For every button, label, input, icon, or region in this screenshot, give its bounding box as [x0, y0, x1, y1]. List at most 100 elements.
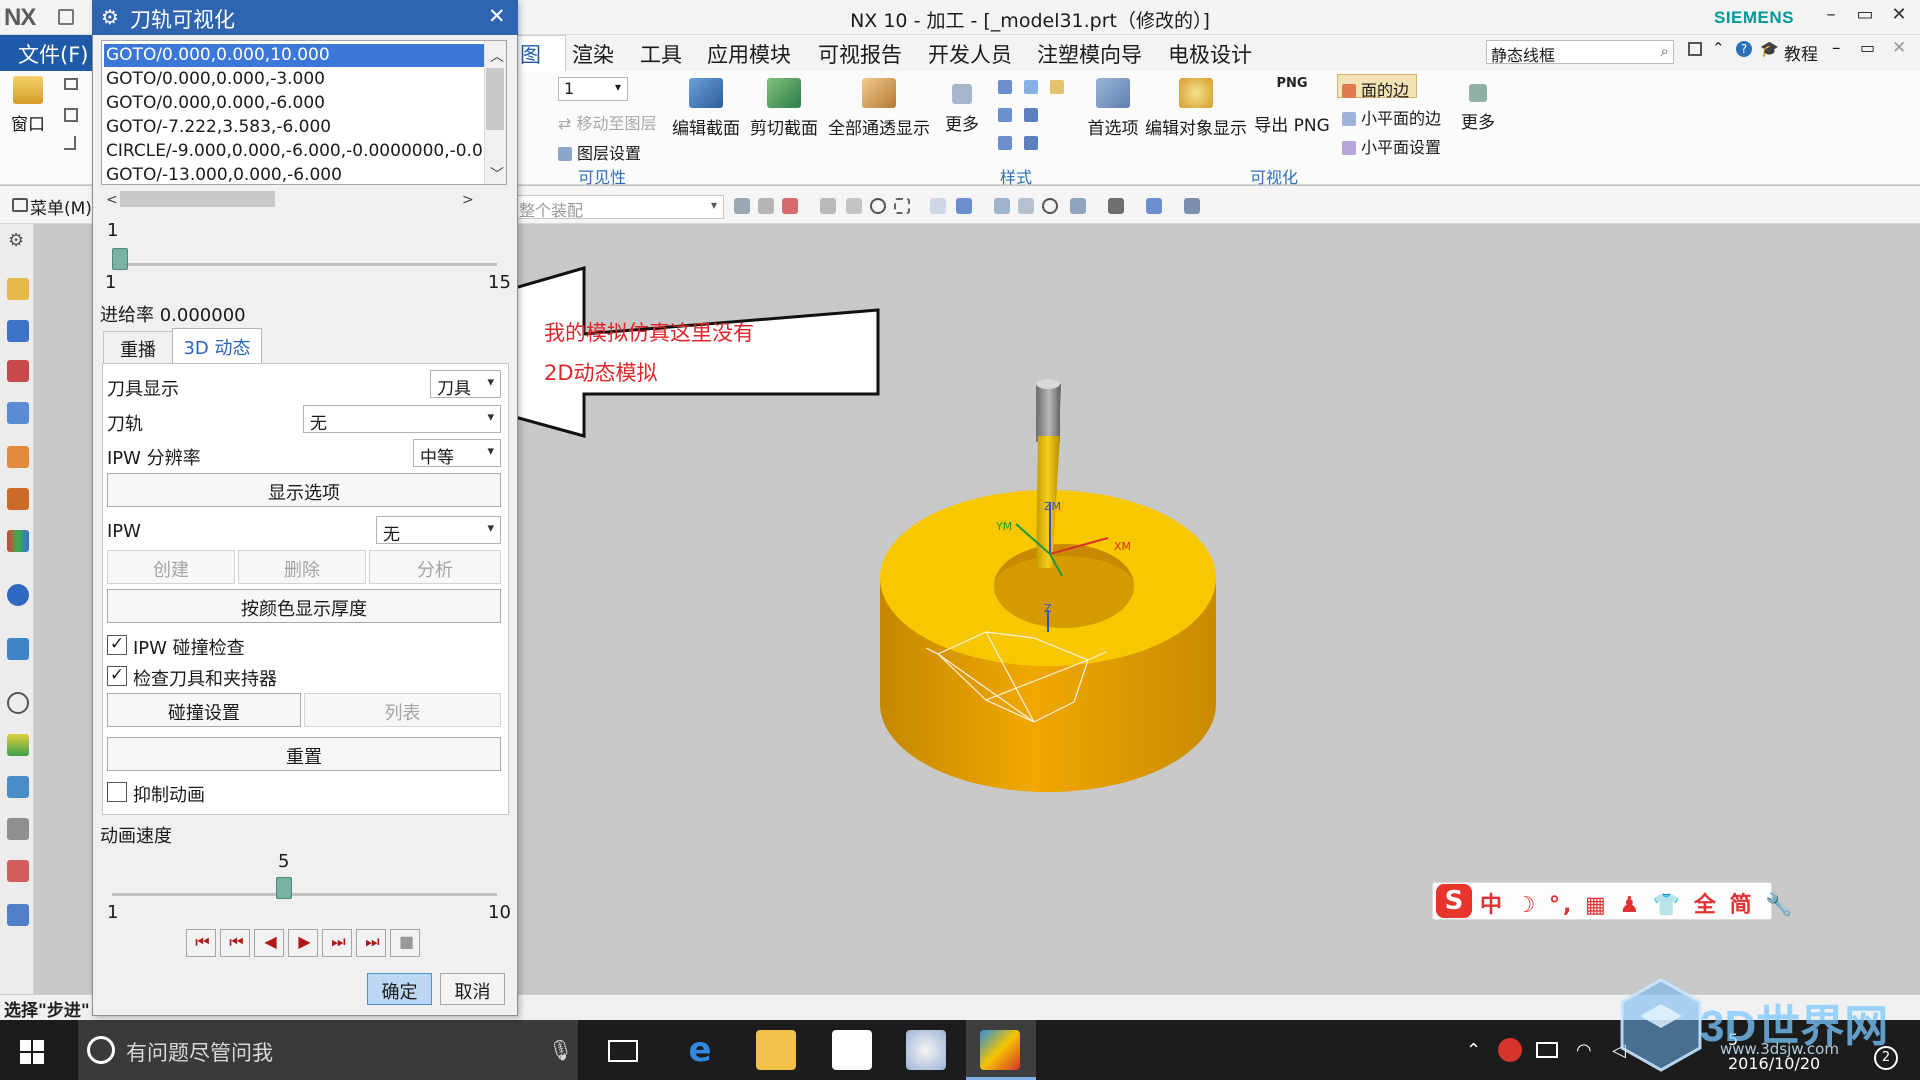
camera-icon[interactable] [1184, 198, 1200, 214]
system-materials-icon[interactable] [7, 734, 29, 756]
analyze-button[interactable]: 分析 [369, 550, 501, 584]
render-mode-icon[interactable] [1108, 198, 1124, 214]
web-browser-icon[interactable] [7, 638, 29, 660]
zoom-icon[interactable] [1018, 198, 1034, 214]
tab-applications[interactable]: 应用模块 [707, 39, 791, 69]
step-slider-track[interactable] [112, 263, 497, 266]
select-type-icon[interactable] [782, 198, 798, 214]
step-forward-button[interactable]: ⏭ [322, 929, 352, 957]
close-window-button[interactable]: ✕ [1884, 4, 1914, 30]
style-shaded-2-icon[interactable] [998, 108, 1012, 122]
ipw-resolution-dropdown[interactable]: 中等 [413, 439, 501, 468]
scroll-down-icon[interactable]: ﹀ [490, 164, 504, 184]
orient-icon[interactable] [1070, 198, 1086, 214]
curve-icon[interactable] [846, 198, 862, 214]
layer-number-input[interactable]: 1 ▾ [558, 77, 628, 101]
menu-button[interactable]: 菜单(M) [30, 194, 92, 219]
ipw-dropdown[interactable]: 无 [376, 516, 501, 545]
cl-row[interactable]: GOTO/-7.222,3.583,-6.000 [104, 116, 484, 139]
reset-button[interactable]: 重置 [107, 737, 501, 771]
cl-row[interactable]: GOTO/-13.000,0.000,-6.000 [104, 164, 484, 184]
preferences-button[interactable]: 首选项 [1082, 78, 1144, 139]
settings-gear-icon[interactable]: ⚙ [8, 230, 24, 251]
tray-app-icon[interactable] [1498, 1038, 1522, 1062]
style-shaded-icon[interactable] [998, 80, 1012, 94]
cancel-button[interactable]: 取消 [440, 973, 505, 1005]
task-view-icon[interactable] [608, 1040, 638, 1062]
cl-row[interactable]: GOTO/0.000,0.000,-6.000 [104, 92, 484, 115]
hd3d-icon[interactable] [7, 488, 29, 510]
edit-object-display-button[interactable]: 编辑对象显示 [1144, 78, 1248, 139]
cl-listing[interactable]: GOTO/0.000,0.000,10.000 GOTO/0.000,0.000… [101, 40, 507, 185]
create-button[interactable]: 创建 [107, 550, 235, 584]
process-studio-icon[interactable] [7, 776, 29, 798]
help-icon[interactable]: ? [1736, 41, 1752, 57]
cl-row[interactable]: GOTO/0.000,0.000,10.000 [103, 43, 485, 68]
step-slider-thumb[interactable] [112, 248, 128, 270]
facet-edges-button[interactable]: 小平面的边 [1342, 105, 1441, 129]
show-all-through-button[interactable]: 全部通透显示 [824, 78, 934, 139]
forward-to-end-button[interactable]: ⏭ [356, 929, 386, 957]
manufacturing-wizard-icon[interactable] [7, 818, 29, 840]
geometry-view-icon[interactable] [7, 360, 29, 382]
facet-settings-button[interactable]: 小平面设置 [1342, 134, 1441, 158]
view-cube-icon[interactable] [1146, 198, 1162, 214]
style-hidden-icon[interactable] [1024, 108, 1038, 122]
file-explorer-icon[interactable] [756, 1030, 796, 1070]
speed-slider-thumb[interactable] [275, 877, 292, 899]
show-thickness-by-color-button[interactable]: 按颜色显示厚度 [107, 589, 501, 623]
windows-start-button[interactable] [20, 1040, 44, 1064]
palette-icon[interactable] [7, 530, 29, 552]
tab-developer[interactable]: 开发人员 [928, 39, 1012, 69]
selection-scope-select[interactable]: 整个装配 ▾ [514, 195, 724, 220]
minimize-button[interactable]: – [1816, 4, 1846, 30]
ribbon-restore-icon[interactable]: ▭ [1860, 38, 1875, 57]
render-style-select[interactable]: 静态线框 ⌕ [1486, 40, 1674, 65]
battery-icon[interactable] [1536, 1042, 1558, 1058]
tab-visual-report[interactable]: 可视报告 [818, 39, 902, 69]
suppress-animation-checkbox[interactable] [107, 782, 127, 802]
stop-button[interactable]: ■ [390, 929, 420, 957]
wifi-icon[interactable]: ◠ [1576, 1040, 1592, 1061]
nx-app-icon[interactable] [980, 1030, 1020, 1070]
cl-row[interactable]: GOTO/0.000,0.000,-3.000 [104, 68, 484, 91]
tab-mold-wizard[interactable]: 注塑模向导 [1037, 39, 1142, 69]
export-png-button[interactable]: PNG 导出 PNG [1252, 76, 1332, 136]
chevron-up-icon[interactable]: ⌃ [1712, 39, 1725, 57]
window-button[interactable]: 窗口 [8, 76, 48, 135]
more-button-1[interactable]: 更多 [940, 78, 984, 135]
layout-icon[interactable] [1688, 42, 1702, 56]
tab-electrode-design[interactable]: 电极设计 [1168, 39, 1252, 69]
delete-button[interactable]: 删除 [238, 550, 366, 584]
dialog-close-icon[interactable]: ✕ [488, 4, 506, 28]
tab-replay[interactable]: 重播 [103, 331, 173, 363]
edit-section-button[interactable]: 编辑截面 [668, 78, 744, 139]
edit-icon[interactable] [64, 78, 78, 90]
doc-icon[interactable] [64, 108, 78, 122]
rotate-icon[interactable] [1042, 198, 1058, 214]
sogou-logo[interactable]: S [1436, 884, 1472, 918]
rewind-to-start-button[interactable]: ⏮ [186, 929, 216, 957]
tool-path-dropdown[interactable]: 无 [303, 405, 501, 434]
move-to-layer-button[interactable]: ⇄ 移动至图层 [558, 110, 657, 134]
edge-browser-icon[interactable]: e [680, 1030, 720, 1070]
file-menu-tab[interactable]: 文件(F) [0, 35, 92, 71]
info-icon[interactable] [7, 584, 29, 606]
layer-settings-button[interactable]: 图层设置 [558, 140, 641, 164]
system-scenes-icon[interactable] [7, 904, 29, 926]
clip-section-button[interactable]: 剪切截面 [746, 78, 822, 139]
scroll-up-icon[interactable]: ︿ [490, 46, 504, 66]
scroll-right-icon[interactable]: > [462, 192, 474, 208]
reuse-library-icon[interactable] [7, 446, 29, 468]
microphone-icon[interactable]: 🎙 [548, 1038, 573, 1062]
machine-tool-icon[interactable] [7, 320, 29, 342]
style-color-icon[interactable] [1050, 80, 1064, 94]
play-forward-button[interactable]: ▶ [288, 929, 318, 957]
more-button-2[interactable]: 更多 [1456, 80, 1500, 133]
cube-icon[interactable] [956, 198, 972, 214]
scroll-left-icon[interactable]: < [106, 192, 118, 208]
tool-display-dropdown[interactable]: 刀具 [430, 370, 501, 399]
display-options-button[interactable]: 显示选项 [107, 473, 501, 507]
style-edges-icon[interactable] [998, 136, 1012, 150]
ok-button[interactable]: 确定 [367, 973, 432, 1005]
